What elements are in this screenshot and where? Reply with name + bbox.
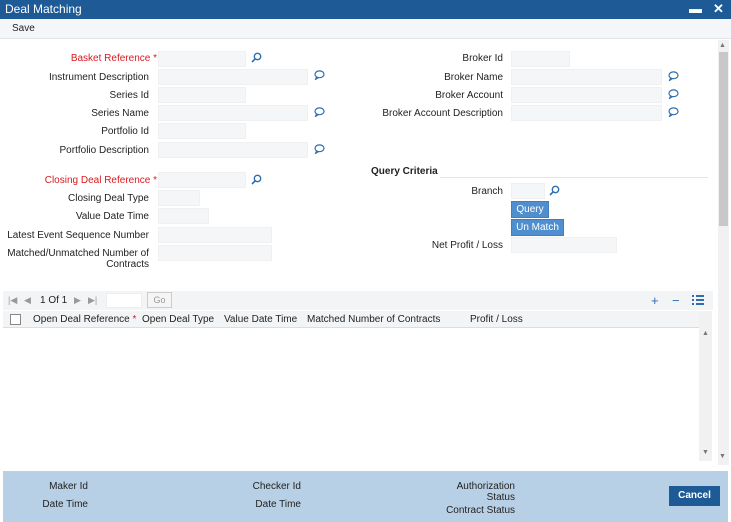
single-view-icon[interactable] bbox=[692, 293, 704, 308]
close-icon[interactable]: ✕ bbox=[713, 1, 724, 17]
series-name-label: Series Name bbox=[91, 108, 149, 119]
page-number-input[interactable] bbox=[106, 293, 142, 308]
authorization-status-label: Authorization Status bbox=[456, 481, 515, 503]
grid-body bbox=[3, 328, 712, 459]
broker-account-field[interactable] bbox=[511, 87, 662, 103]
portfolio-id-field[interactable] bbox=[158, 123, 246, 139]
matched-unmatched-field[interactable] bbox=[158, 245, 272, 261]
speech-bubble-icon[interactable] bbox=[668, 89, 679, 99]
audit-footer bbox=[3, 471, 728, 522]
series-id-field[interactable] bbox=[158, 87, 246, 103]
broker-name-label: Broker Name bbox=[444, 72, 503, 83]
column-open-deal-type[interactable]: Open Deal Type bbox=[142, 314, 214, 325]
scroll-thumb[interactable] bbox=[719, 52, 728, 226]
column-matched-number-of-contracts[interactable]: Matched Number of Contracts bbox=[307, 314, 440, 325]
column-value-date-time[interactable]: Value Date Time bbox=[224, 314, 297, 325]
branch-label: Branch bbox=[471, 186, 503, 197]
matched-unmatched-label: Matched/Unmatched Number of Contracts bbox=[7, 248, 149, 270]
scroll-up-icon[interactable]: ▲ bbox=[719, 42, 726, 49]
speech-bubble-icon[interactable] bbox=[314, 107, 325, 117]
last-page-icon[interactable]: ▶| bbox=[88, 295, 97, 306]
delete-row-icon[interactable]: − bbox=[672, 293, 680, 308]
first-page-icon[interactable]: |◀ bbox=[8, 295, 17, 306]
search-icon[interactable] bbox=[251, 174, 262, 185]
column-profit-loss[interactable]: Profit / Loss bbox=[470, 314, 523, 325]
cancel-button[interactable]: Cancel bbox=[669, 486, 720, 506]
grid-header: Open Deal Reference * Open Deal Type Val… bbox=[3, 311, 712, 328]
grid-scroll-up-icon[interactable]: ▲ bbox=[702, 330, 709, 337]
previous-page-icon[interactable]: ◀ bbox=[24, 295, 31, 306]
speech-bubble-icon[interactable] bbox=[668, 71, 679, 81]
maker-date-time-label: Date Time bbox=[42, 499, 88, 510]
portfolio-description-label: Portfolio Description bbox=[59, 145, 149, 156]
broker-account-description-field[interactable] bbox=[511, 105, 662, 121]
portfolio-description-field[interactable] bbox=[158, 142, 308, 158]
grid-toolbar: |◀ ◀ 1 Of 1 ▶ ▶| Go + − bbox=[3, 291, 713, 310]
save-button[interactable]: Save bbox=[12, 23, 35, 34]
maker-id-label: Maker Id bbox=[49, 481, 88, 492]
speech-bubble-icon[interactable] bbox=[314, 70, 325, 80]
basket-reference-field[interactable] bbox=[158, 51, 246, 67]
series-name-field[interactable] bbox=[158, 105, 308, 121]
latest-event-sequence-field[interactable] bbox=[158, 227, 272, 243]
broker-account-label: Broker Account bbox=[435, 90, 503, 101]
query-criteria-heading: Query Criteria bbox=[371, 166, 438, 177]
value-date-time-field[interactable] bbox=[158, 208, 209, 224]
basket-reference-label: Basket Reference * bbox=[70, 53, 157, 64]
speech-bubble-icon[interactable] bbox=[668, 107, 679, 117]
go-button[interactable]: Go bbox=[147, 292, 172, 308]
closing-deal-reference-field[interactable] bbox=[158, 172, 246, 188]
latest-event-sequence-label: Latest Event Sequence Number bbox=[7, 230, 149, 241]
unmatch-button[interactable]: Un Match bbox=[511, 219, 564, 236]
add-row-icon[interactable]: + bbox=[651, 293, 659, 308]
search-icon[interactable] bbox=[549, 185, 560, 196]
column-open-deal-reference[interactable]: Open Deal Reference * bbox=[33, 314, 136, 325]
select-all-checkbox[interactable] bbox=[10, 314, 21, 325]
scroll-down-icon[interactable]: ▼ bbox=[719, 453, 726, 460]
grid-scrollbar[interactable]: ▲ ▼ bbox=[699, 311, 712, 461]
broker-id-field[interactable] bbox=[511, 51, 570, 67]
speech-bubble-icon[interactable] bbox=[314, 144, 325, 154]
instrument-description-label: Instrument Description bbox=[48, 72, 149, 83]
portfolio-id-label: Portfolio Id bbox=[101, 126, 149, 137]
title-bar: Deal Matching ▬ ✕ bbox=[0, 0, 731, 19]
checker-id-label: Checker Id bbox=[252, 481, 301, 492]
series-id-label: Series Id bbox=[109, 90, 149, 101]
window-title: Deal Matching bbox=[5, 2, 82, 16]
closing-deal-reference-label: Closing Deal Reference * bbox=[44, 175, 157, 186]
closing-deal-type-field[interactable] bbox=[158, 190, 200, 206]
broker-account-description-label: Broker Account Description bbox=[382, 108, 503, 119]
query-button[interactable]: Query bbox=[511, 201, 549, 218]
grid-scroll-down-icon[interactable]: ▼ bbox=[702, 449, 709, 456]
net-profit-loss-label: Net Profit / Loss bbox=[431, 240, 503, 251]
contract-status-label: Contract Status bbox=[446, 505, 515, 516]
broker-id-label: Broker Id bbox=[462, 53, 503, 64]
instrument-description-field[interactable] bbox=[158, 69, 308, 85]
closing-deal-type-label: Closing Deal Type bbox=[68, 193, 149, 204]
value-date-time-label: Value Date Time bbox=[75, 211, 149, 222]
branch-field[interactable] bbox=[511, 183, 545, 199]
main-scrollbar[interactable]: ▲ ▼ bbox=[718, 40, 729, 465]
search-icon[interactable] bbox=[251, 52, 262, 63]
net-profit-loss-field[interactable] bbox=[511, 237, 617, 253]
checker-date-time-label: Date Time bbox=[255, 499, 301, 510]
broker-name-field[interactable] bbox=[511, 69, 662, 85]
minimize-icon[interactable]: ▬ bbox=[689, 1, 702, 16]
section-divider bbox=[440, 177, 708, 178]
next-page-icon[interactable]: ▶ bbox=[74, 295, 81, 306]
toolbar: Save bbox=[0, 19, 731, 39]
pagination-text: 1 Of 1 bbox=[40, 295, 68, 306]
